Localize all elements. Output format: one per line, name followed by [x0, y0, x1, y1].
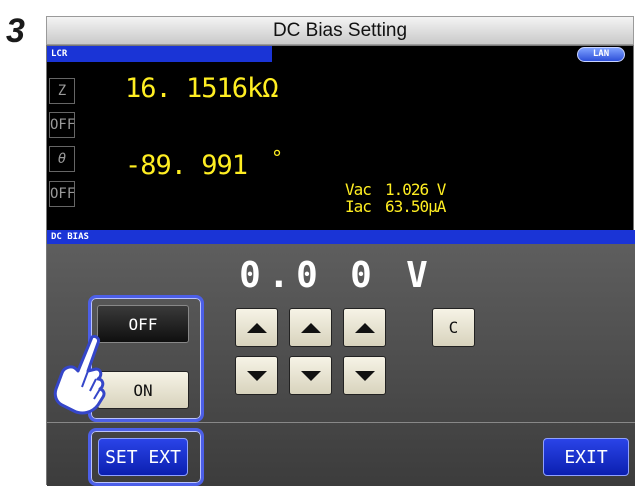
arrow-down-icon — [246, 370, 267, 381]
bias-off-button[interactable]: OFF — [97, 305, 189, 343]
digit-tenths-down-button[interactable] — [289, 356, 332, 395]
bias-on-button[interactable]: ON — [97, 371, 189, 409]
theta-param-label: θ — [49, 146, 75, 172]
clear-button[interactable]: C — [432, 308, 475, 347]
step-number: 3 — [6, 12, 25, 50]
iac-value: 63.50μA — [385, 197, 446, 216]
decimal-point: . — [268, 255, 290, 296]
theta-unit: ° — [271, 146, 283, 170]
mode-label: LCR — [47, 46, 272, 62]
arrow-up-icon — [354, 322, 375, 333]
digit-tenths: 0 — [296, 255, 318, 296]
window-title: DC Bias Setting — [46, 16, 634, 45]
vac-value: 1.026 V — [385, 180, 446, 199]
theta-off-label: OFF — [49, 181, 75, 207]
set-ext-button[interactable]: SET EXT — [98, 438, 188, 476]
vac-label: Vac — [345, 180, 372, 199]
hand-pointer-icon — [53, 335, 106, 415]
z-value: 16. 1516kΩ — [125, 73, 279, 104]
arrow-up-icon — [246, 322, 267, 333]
z-param-label: Z — [49, 78, 75, 104]
dc-bias-header: DC BIAS — [47, 230, 635, 244]
digit-tenths-up-button[interactable] — [289, 308, 332, 347]
theta-value: -89. 991 — [125, 150, 248, 181]
voltage-unit: V — [406, 255, 428, 296]
digit-ones: 0 — [239, 255, 261, 296]
arrow-up-icon — [300, 322, 321, 333]
digit-hundredths: 0 — [350, 255, 372, 296]
arrow-down-icon — [300, 370, 321, 381]
divider — [47, 422, 635, 423]
exit-button[interactable]: EXIT — [543, 438, 629, 476]
digit-hundredths-down-button[interactable] — [343, 356, 386, 395]
digit-hundredths-up-button[interactable] — [343, 308, 386, 347]
instrument-screen: LCR LAN Z 16. 1516kΩ OFF θ -89. 991 ° OF… — [46, 45, 635, 486]
z-off-label: OFF — [49, 112, 75, 138]
digit-ones-up-button[interactable] — [235, 308, 278, 347]
arrow-down-icon — [354, 370, 375, 381]
iac-label: Iac — [345, 197, 372, 216]
lan-badge[interactable]: LAN — [577, 47, 625, 62]
digit-ones-down-button[interactable] — [235, 356, 278, 395]
